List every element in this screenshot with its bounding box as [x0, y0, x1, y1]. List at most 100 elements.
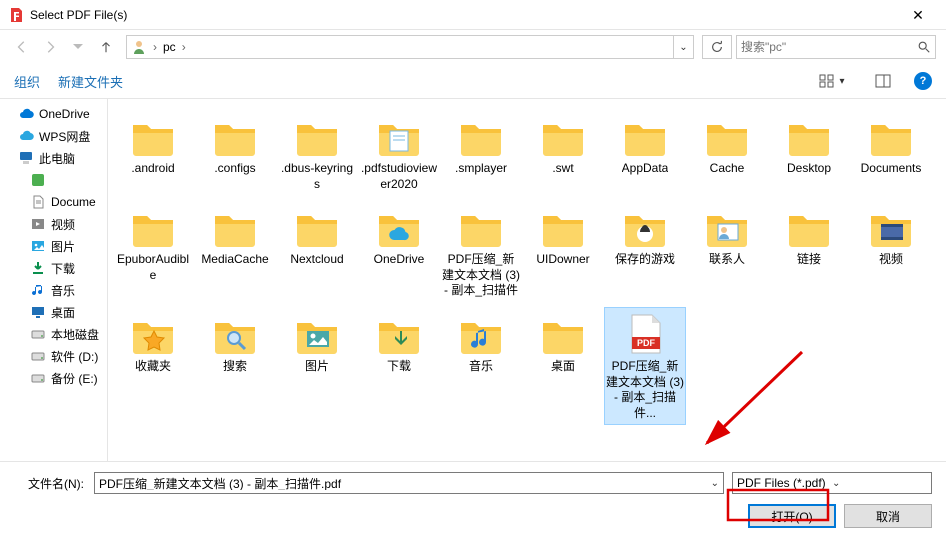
footer: 文件名(N): ⌄ PDF Files (*.pdf) ⌄ 打开(O) 取消 — [0, 461, 946, 536]
folder-item[interactable]: Cache — [686, 109, 768, 196]
close-button[interactable]: ✕ — [898, 0, 938, 30]
search-box[interactable] — [736, 35, 936, 59]
file-label: 桌面 — [551, 359, 575, 375]
filetype-combobox[interactable]: PDF Files (*.pdf) ⌄ — [732, 472, 932, 494]
file-label: Desktop — [787, 161, 831, 177]
folder-icon — [128, 204, 178, 250]
sidebar-item-8[interactable]: 音乐 — [0, 279, 107, 301]
chevron-down-icon[interactable]: ⌄ — [832, 478, 927, 489]
view-mode-button[interactable]: ▾ — [812, 70, 852, 92]
sidebar-item-10[interactable]: 本地磁盘 — [0, 323, 107, 345]
breadcrumb-history-button[interactable]: ⌄ — [673, 36, 693, 58]
refresh-button[interactable] — [702, 35, 732, 59]
folder-item[interactable]: UIDowner — [522, 200, 604, 303]
folder-item[interactable]: Documents — [850, 109, 932, 196]
user-icon — [131, 39, 147, 55]
file-label: 下载 — [387, 359, 411, 375]
music-icon — [30, 282, 46, 298]
cancel-button[interactable]: 取消 — [844, 504, 932, 528]
preview-pane-button[interactable] — [870, 70, 896, 92]
new-folder-button[interactable]: 新建文件夹 — [58, 72, 123, 91]
filename-combobox[interactable]: ⌄ — [94, 472, 724, 494]
chevron-down-icon[interactable]: ⌄ — [711, 478, 719, 489]
file-label: Nextcloud — [290, 252, 343, 268]
sidebar-item-1[interactable]: WPS网盘 — [0, 125, 107, 147]
folder-item[interactable]: 联系人 — [686, 200, 768, 303]
sidebar-item-label: Docume — [51, 195, 96, 209]
file-label: .configs — [214, 161, 255, 177]
folder-item[interactable]: MediaCache — [194, 200, 276, 303]
cloud-icon — [18, 128, 34, 144]
folder-item[interactable]: 音乐 — [440, 307, 522, 425]
folder-item[interactable]: 下载 — [358, 307, 440, 425]
sidebar-item-label: 本地磁盘 — [51, 326, 99, 343]
file-label: .swt — [552, 161, 573, 177]
nav-up-button[interactable] — [94, 35, 118, 59]
folder-item[interactable]: 收藏夹 — [112, 307, 194, 425]
nav-forward-button[interactable] — [38, 35, 62, 59]
file-content-area[interactable]: .android .configs .dbus-keyrings.pdfstudio… — [108, 99, 946, 461]
sidebar: OneDriveWPS网盘此电脑 Docume 视频图片下载音乐桌面本地磁盘软件 (… — [0, 99, 108, 461]
folder-item[interactable]: 桌面 — [522, 307, 604, 425]
folder-item[interactable]: 保存的游戏 — [604, 200, 686, 303]
folder-icon — [620, 113, 670, 159]
sidebar-item-9[interactable]: 桌面 — [0, 301, 107, 323]
organize-menu[interactable]: 组织 — [14, 72, 40, 91]
breadcrumb[interactable]: › pc › ⌄ — [126, 35, 694, 59]
sidebar-item-11[interactable]: 软件 (D:) — [0, 345, 107, 367]
sidebar-item-12[interactable]: 备份 (E:) — [0, 367, 107, 389]
sidebar-item-7[interactable]: 下载 — [0, 257, 107, 279]
folder-item[interactable]: 视频 — [850, 200, 932, 303]
folder-item[interactable]: .android — [112, 109, 194, 196]
open-button[interactable]: 打开(O) — [748, 504, 836, 528]
filename-input[interactable] — [99, 476, 711, 490]
help-button[interactable]: ? — [914, 72, 932, 90]
file-label: .smplayer — [455, 161, 507, 177]
sidebar-item-3[interactable] — [0, 169, 107, 191]
titlebar: Select PDF File(s) ✕ — [0, 0, 946, 30]
folder-item[interactable]: 搜索 — [194, 307, 276, 425]
folder-item[interactable]: 链接 — [768, 200, 850, 303]
sidebar-item-0[interactable]: OneDrive — [0, 103, 107, 125]
folder-item[interactable]: OneDrive — [358, 200, 440, 303]
search-input[interactable] — [741, 40, 917, 54]
sidebar-item-4[interactable]: Docume — [0, 191, 107, 213]
sidebar-item-6[interactable]: 图片 — [0, 235, 107, 257]
filename-label: 文件名(N): — [14, 475, 86, 492]
folder-icon — [456, 113, 506, 159]
toolbar: 组织 新建文件夹 ▾ ? — [0, 64, 946, 98]
folder-item[interactable]: Nextcloud — [276, 200, 358, 303]
folder-item[interactable]: AppData — [604, 109, 686, 196]
folder-item[interactable]: 图片 — [276, 307, 358, 425]
folder-item[interactable]: .dbus-keyrings — [276, 109, 358, 196]
file-label: .dbus-keyrings — [278, 161, 356, 192]
nav-recent-button[interactable] — [66, 35, 90, 59]
file-label: Cache — [710, 161, 745, 177]
file-label: 收藏夹 — [135, 359, 171, 375]
breadcrumb-segment[interactable]: pc — [159, 40, 180, 54]
folder-item[interactable]: .smplayer — [440, 109, 522, 196]
sidebar-item-5[interactable]: 视频 — [0, 213, 107, 235]
search-icon[interactable] — [917, 40, 931, 54]
pdf-icon: PDF — [620, 311, 670, 357]
file-label: .pdfstudioviewer2020 — [360, 161, 438, 192]
sidebar-item-label: 视频 — [51, 216, 75, 233]
folder-item[interactable]: .swt — [522, 109, 604, 196]
cloud-icon — [18, 106, 34, 122]
folder-item[interactable]: .configs — [194, 109, 276, 196]
folder-item[interactable]: EpuborAudible — [112, 200, 194, 303]
folder-image-icon — [292, 311, 342, 357]
sidebar-item-2[interactable]: 此电脑 — [0, 147, 107, 169]
file-item-pdf[interactable]: PDFPDF压缩_新建文本文档 (3) - 副本_扫描件... — [604, 307, 686, 425]
folder-icon — [456, 204, 506, 250]
disk-icon — [30, 370, 46, 386]
folder-icon — [210, 204, 260, 250]
nav-back-button[interactable] — [10, 35, 34, 59]
folder-icon — [538, 311, 588, 357]
folder-item[interactable]: Desktop — [768, 109, 850, 196]
file-label: EpuborAudible — [114, 252, 192, 283]
folder-item[interactable]: .pdfstudioviewer2020 — [358, 109, 440, 196]
folder-cloud-icon — [374, 204, 424, 250]
folder-item[interactable]: PDF压缩_新建文本文档 (3) - 副本_扫描件 — [440, 200, 522, 303]
chevron-right-icon: › — [151, 40, 159, 54]
